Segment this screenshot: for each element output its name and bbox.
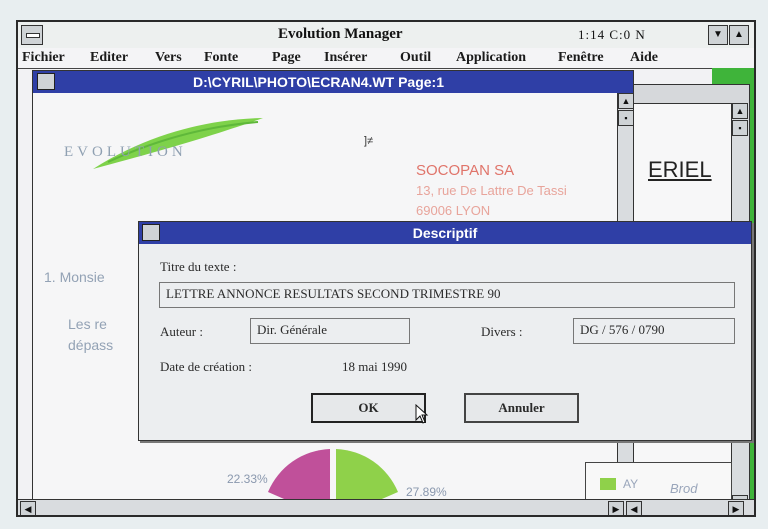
menu-fichier[interactable]: Fichier [22, 50, 65, 66]
menu-bar: Fichier Editer Vers Fonte Page Insérer O… [18, 48, 754, 69]
dialog-titlebar[interactable]: Descriptif [139, 222, 751, 244]
menu-outil[interactable]: Outil [400, 50, 431, 66]
logo-text: EVOLUTION [64, 144, 187, 160]
maximize-icon: ▲ [734, 29, 744, 40]
system-menu-button[interactable] [21, 25, 43, 45]
scroll-right-icon[interactable]: ▶ [608, 501, 624, 515]
system-menu-icon [26, 33, 40, 38]
author-field[interactable]: Dir. Générale [250, 318, 410, 344]
pie-label-left: 22.33% [227, 472, 268, 486]
document-heading-fragment: ERIEL [648, 157, 712, 182]
menu-inserer[interactable]: Insérer [324, 50, 367, 66]
author-field-label: Auteur : [160, 324, 203, 339]
menu-editer[interactable]: Editer [90, 50, 128, 66]
menu-application[interactable]: Application [456, 50, 526, 66]
menu-vers[interactable]: Vers [155, 50, 182, 66]
ok-button[interactable]: OK [311, 393, 426, 423]
maximize-button[interactable]: ▲ [729, 25, 749, 45]
status-clock: 1:14 C:0 N [578, 27, 646, 42]
dialog-title: Descriptif [412, 225, 478, 241]
cancel-button[interactable]: Annuler [464, 393, 579, 423]
recipient-company: SOCOPAN SA [416, 162, 515, 179]
creation-date-value: 18 mai 1990 [342, 359, 407, 374]
scroll-left-secondary-icon[interactable]: ◀ [626, 501, 642, 515]
misc-field[interactable]: DG / 576 / 0790 [573, 318, 735, 344]
horizontal-scrollbar[interactable]: ◀ ▶ ◀ ▶ [18, 499, 754, 515]
pie-label-right: 27.89% [406, 485, 447, 499]
document-system-menu-button[interactable] [37, 73, 55, 90]
descriptif-dialog: Descriptif Titre du texte : LETTRE ANNON… [138, 221, 752, 441]
scroll-up-icon[interactable]: ▲ [732, 103, 748, 119]
document-title: D:\CYRIL\PHOTO\ECRAN4.WT Page:1 [193, 74, 444, 90]
scroll-left-icon[interactable]: ◀ [20, 501, 36, 515]
text-cursor-mark: ]≠ [364, 135, 374, 147]
doc-scroll-up-icon[interactable]: ▲ [618, 93, 633, 109]
scroll-up-small-icon[interactable]: ▪ [732, 120, 748, 136]
doc-scroll-thumb[interactable]: ▪ [618, 110, 633, 126]
title-field-label: Titre du texte : [160, 259, 237, 274]
menu-page[interactable]: Page [272, 50, 301, 66]
recipient-city: 69006 LYON [416, 203, 491, 218]
app-titlebar: Evolution Manager 1:14 C:0 N ▼ ▲ [18, 22, 754, 49]
body-text-line: dépass [68, 337, 114, 353]
misc-field-label: Divers : [481, 324, 523, 339]
mouse-pointer-icon [415, 404, 429, 424]
minimize-icon: ▼ [713, 29, 723, 40]
minimize-button[interactable]: ▼ [708, 25, 728, 45]
legend-label: AY [623, 477, 639, 491]
legend-source-text: Brod [670, 481, 698, 496]
recipient-street: 13, rue De Lattre De Tassi [416, 183, 567, 198]
menu-aide[interactable]: Aide [630, 50, 658, 66]
body-text-line: Les re [68, 316, 107, 332]
title-field[interactable]: LETTRE ANNONCE RESULTATS SECOND TRIMESTR… [159, 282, 735, 308]
menu-fonte[interactable]: Fonte [204, 50, 238, 66]
application-window: Evolution Manager 1:14 C:0 N ▼ ▲ Fichier… [16, 20, 756, 517]
app-title: Evolution Manager [278, 26, 403, 42]
document-titlebar[interactable]: D:\CYRIL\PHOTO\ECRAN4.WT Page:1 [33, 71, 633, 93]
legend-swatch-green [600, 478, 616, 490]
creation-date-label: Date de création : [160, 359, 253, 374]
salutation-text: 1. Monsie [44, 269, 105, 285]
menu-fenetre[interactable]: Fenêtre [558, 50, 604, 66]
scroll-right-secondary-icon[interactable]: ▶ [728, 501, 744, 515]
